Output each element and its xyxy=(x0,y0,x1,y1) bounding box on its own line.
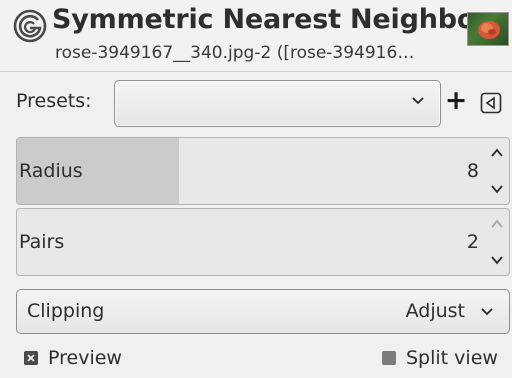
dialog-title: Symmetric Nearest Neighbor xyxy=(52,4,489,35)
menu-triangle-icon xyxy=(485,96,495,110)
plus-icon: + xyxy=(444,85,468,116)
presets-menu-button[interactable] xyxy=(480,92,502,114)
checkbox-unchecked-icon xyxy=(382,351,396,365)
chevron-down-icon xyxy=(412,97,424,105)
presets-combo[interactable] xyxy=(114,80,441,127)
pairs-spin-scale[interactable]: Pairs 2 xyxy=(16,208,510,276)
radius-spin-scale[interactable]: Radius 8 xyxy=(16,137,510,205)
preview-label: Preview xyxy=(48,347,122,369)
pairs-decrement-icon[interactable] xyxy=(489,253,505,267)
pairs-label: Pairs xyxy=(19,231,65,253)
gimp-logo-icon xyxy=(13,9,47,43)
clipping-label: Clipping xyxy=(27,300,105,322)
menu-box-icon xyxy=(480,92,502,114)
presets-label: Presets: xyxy=(16,90,92,112)
pairs-value[interactable]: 2 xyxy=(467,231,479,253)
radius-label: Radius xyxy=(19,160,83,182)
dialog-header: Symmetric Nearest Neighbor rose-3949167_… xyxy=(0,0,512,72)
pairs-increment-icon[interactable] xyxy=(489,217,505,231)
radius-increment-icon[interactable] xyxy=(489,146,505,160)
clipping-combo[interactable]: Clipping Adjust xyxy=(16,289,510,334)
add-preset-button[interactable]: + xyxy=(442,86,470,118)
split-view-label: Split view xyxy=(406,347,498,369)
clipping-value: Adjust xyxy=(405,300,465,322)
radius-decrement-icon[interactable] xyxy=(489,182,505,196)
chevron-down-icon xyxy=(481,308,493,316)
split-view-checkbox[interactable]: Split view xyxy=(380,347,512,371)
image-subtitle: rose-3949167__340.jpg-2 ([rose-394916… xyxy=(55,43,415,63)
image-thumbnail-icon xyxy=(467,12,509,46)
checkbox-checked-icon xyxy=(24,351,38,365)
radius-value[interactable]: 8 xyxy=(467,160,479,182)
